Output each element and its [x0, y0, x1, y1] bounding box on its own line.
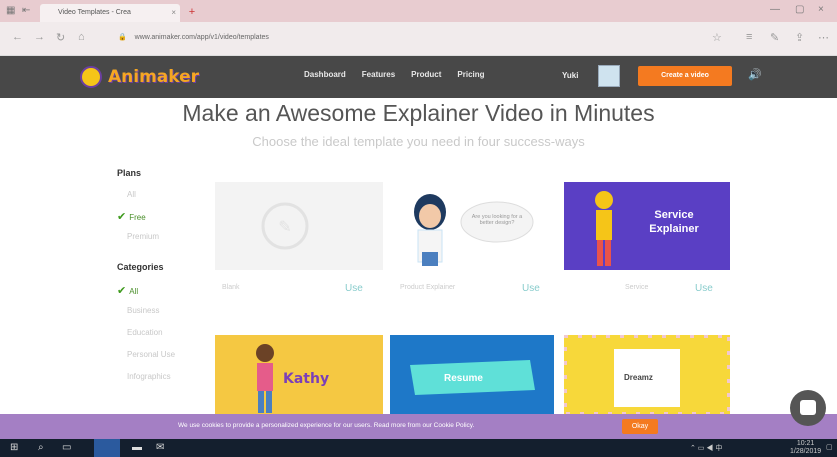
- card-name-service: Service: [625, 284, 649, 291]
- plan-option-all[interactable]: All: [127, 190, 136, 199]
- address-bar: ← → ↻ ⌂ 🔒 www.animaker.com/app/v1/video/…: [0, 22, 837, 56]
- user-name[interactable]: Yuki: [562, 71, 578, 80]
- maximize-button[interactable]: ▢: [795, 4, 804, 15]
- url-field[interactable]: 🔒 www.animaker.com/app/v1/video/template…: [118, 29, 688, 47]
- mail-icon[interactable]: ✉: [156, 442, 164, 453]
- logo-text: Animaker: [108, 67, 200, 87]
- browser-tab[interactable]: Video Templates - Crea ×: [40, 4, 180, 22]
- use-button-service[interactable]: Use: [695, 283, 713, 294]
- category-option-all[interactable]: ✔ All: [117, 284, 138, 297]
- edge-taskbar-icon[interactable]: [94, 439, 120, 457]
- forward-icon[interactable]: →: [34, 31, 45, 43]
- chat-icon: [800, 400, 816, 415]
- search-icon[interactable]: ⌕: [38, 442, 44, 453]
- task-view-icon[interactable]: ▭: [62, 442, 71, 453]
- card-name-product: Product Explainer: [400, 284, 456, 291]
- url-text: www.animaker.com/app/v1/video/templates: [134, 34, 269, 41]
- card-title: Dreamz: [624, 373, 653, 382]
- browser-tab-bar: ▦ ⇤ Video Templates - Crea × + — ▢ ×: [0, 0, 837, 22]
- character-illustration-icon: [414, 194, 534, 266]
- card-name-blank: Blank: [222, 284, 240, 291]
- template-card-blank[interactable]: ✎: [215, 182, 383, 270]
- home-icon[interactable]: ⌂: [78, 31, 85, 43]
- site-header: Animaker Dashboard Features Product Pric…: [0, 56, 837, 98]
- hub-icon[interactable]: ≡: [746, 31, 752, 43]
- favorite-star-icon[interactable]: ☆: [712, 31, 722, 44]
- animaker-logo[interactable]: Animaker: [80, 62, 199, 92]
- blank-placeholder-icon: ✎: [261, 202, 309, 250]
- template-card-kathy[interactable]: Kathy: [215, 335, 383, 415]
- cookie-text: We use cookies to provide a personalized…: [178, 422, 475, 429]
- categories-heading: Categories: [117, 262, 164, 272]
- nav-features[interactable]: Features: [362, 70, 395, 79]
- speaker-icon[interactable]: 🔊: [748, 68, 762, 81]
- chat-launcher-button[interactable]: [790, 390, 826, 426]
- close-window-button[interactable]: ×: [818, 4, 824, 15]
- system-tray-icons[interactable]: ⌃ ▭ ◀ 中: [690, 443, 722, 453]
- minimize-button[interactable]: —: [770, 4, 780, 15]
- tab-back-icon[interactable]: ⇤: [22, 5, 30, 16]
- refresh-icon[interactable]: ↻: [56, 31, 65, 44]
- nav-pricing[interactable]: Pricing: [457, 70, 484, 79]
- tab-close-icon[interactable]: ×: [171, 4, 176, 22]
- cookie-banner: We use cookies to provide a personalized…: [0, 414, 837, 439]
- main-nav: Dashboard Features Product Pricing: [304, 70, 485, 79]
- avatar[interactable]: [598, 65, 620, 87]
- plans-heading: Plans: [117, 168, 142, 178]
- card-title: Kathy: [283, 371, 330, 387]
- new-tab-button[interactable]: +: [184, 5, 200, 19]
- create-video-button[interactable]: Create a video: [638, 66, 732, 86]
- nav-product[interactable]: Product: [411, 70, 441, 79]
- check-icon: ✔: [117, 211, 127, 223]
- share-icon[interactable]: ⇪: [795, 31, 804, 44]
- page-subtitle: Choose the ideal template you need in fo…: [252, 134, 585, 149]
- clock-date: 1/28/2019: [790, 448, 822, 455]
- card-title: Resume: [444, 373, 483, 384]
- template-card-product-explainer[interactable]: Are you looking for a better design?: [392, 182, 554, 270]
- svg-text:✎: ✎: [278, 219, 291, 236]
- more-icon[interactable]: ⋯: [818, 31, 829, 44]
- lock-icon: 🔒: [118, 34, 127, 41]
- back-icon[interactable]: ←: [12, 31, 23, 43]
- notifications-icon[interactable]: ▢: [826, 443, 833, 451]
- card-title: Service Explainer: [649, 209, 699, 235]
- category-option-infographics[interactable]: Infographics: [127, 372, 171, 381]
- template-card-service-explainer[interactable]: Service Explainer: [564, 182, 730, 270]
- clock[interactable]: 10:21 1/28/2019: [790, 440, 821, 456]
- category-option-education[interactable]: Education: [127, 328, 163, 337]
- clock-time: 10:21: [796, 440, 815, 447]
- template-card-dreamz[interactable]: Dreamz: [564, 335, 730, 415]
- tab-title: Video Templates - Crea: [58, 9, 131, 16]
- speech-bubble-text: Are you looking for a better design?: [471, 214, 523, 226]
- tab-actions-icon[interactable]: ▦: [6, 5, 15, 16]
- plan-option-free[interactable]: ✔ Free: [117, 210, 146, 223]
- logo-mark-icon: [80, 66, 102, 88]
- use-button-blank[interactable]: Use: [345, 283, 363, 294]
- category-option-personal[interactable]: Personal Use: [127, 350, 175, 359]
- nav-dashboard[interactable]: Dashboard: [304, 70, 346, 79]
- check-icon: ✔: [117, 285, 127, 297]
- windows-start-icon[interactable]: ⊞: [10, 442, 18, 453]
- taskbar: ⊞ ⌕ ▭ ▬ ✉ ⌃ ▭ ◀ 中 10:21 1/28/2019 ▢: [0, 439, 837, 457]
- notes-icon[interactable]: ✎: [770, 31, 779, 44]
- plan-option-premium[interactable]: Premium: [127, 232, 159, 241]
- file-explorer-icon[interactable]: ▬: [132, 442, 142, 453]
- template-card-resume[interactable]: Resume: [390, 335, 554, 415]
- page-title: Make an Awesome Explainer Video in Minut…: [182, 100, 655, 126]
- cookie-okay-button[interactable]: Okay: [622, 419, 658, 434]
- use-button-product[interactable]: Use: [522, 283, 540, 294]
- category-option-business[interactable]: Business: [127, 306, 159, 315]
